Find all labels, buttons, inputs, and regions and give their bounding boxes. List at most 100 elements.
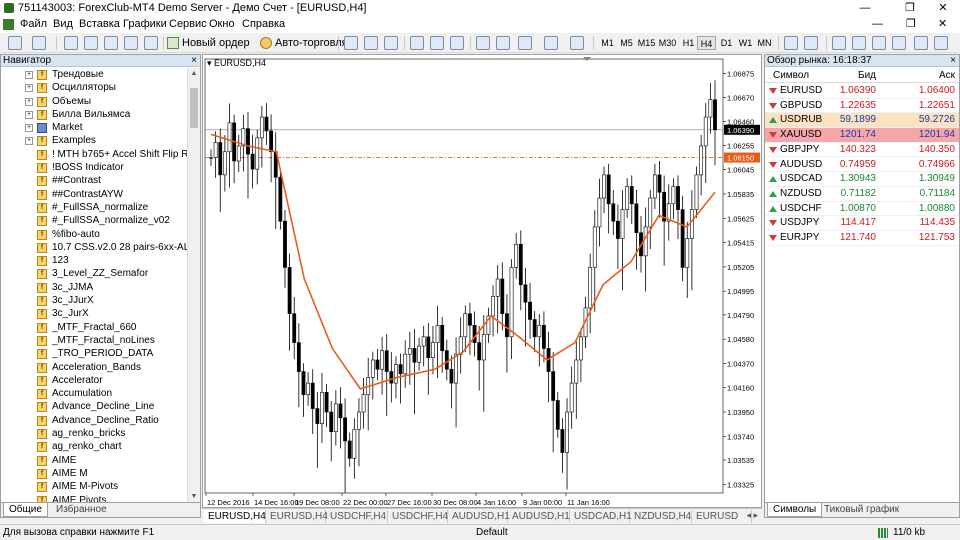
navigator-item[interactable]: f Acceleration_Bands <box>1 361 188 374</box>
navigator-item[interactable]: f Accumulation <box>1 387 188 400</box>
navigator-item[interactable]: f AIME M-Pivots <box>1 480 188 493</box>
chart-tab[interactable]: EURUSD <box>692 510 752 523</box>
timeframe-m5[interactable]: M5 <box>617 36 636 50</box>
market-watch-row[interactable]: USDCHF 1.00870 1.00880 <box>765 202 959 217</box>
timeframe-mn[interactable]: MN <box>755 36 774 50</box>
navigator-item[interactable]: f _TRO_PERIOD_DATA <box>1 347 188 360</box>
navigator-item[interactable]: f ag_renko_bricks <box>1 427 188 440</box>
templates-icon[interactable] <box>570 36 584 50</box>
menu-insert[interactable]: Вставка <box>75 16 124 33</box>
menu-window[interactable]: Окно <box>205 16 239 33</box>
menu-charts[interactable]: Графики <box>119 16 171 33</box>
navigator-item[interactable]: f Accelerator <box>1 374 188 387</box>
tab-symbols[interactable]: Символы <box>767 503 823 517</box>
line-chart-icon[interactable] <box>384 36 398 50</box>
chart-tab[interactable]: NZDUSD,H4 <box>630 510 692 523</box>
chart-shift-icon[interactable] <box>476 36 490 50</box>
expand-icon[interactable]: + <box>25 97 33 106</box>
navigator-icon[interactable] <box>104 36 118 50</box>
expand-icon[interactable]: + <box>25 137 33 146</box>
timeframe-m15[interactable]: M15 <box>637 36 656 50</box>
new-chart-icon[interactable] <box>8 36 22 50</box>
new-order-button[interactable]: Новый ордер <box>166 35 250 51</box>
market-watch-row[interactable]: GBPJPY 140.323 140.350 <box>765 143 959 158</box>
navigator-item[interactable]: f 3c_JurX <box>1 307 188 320</box>
crosshair-icon[interactable] <box>804 36 818 50</box>
column-ask[interactable]: Аск <box>939 68 955 83</box>
navigator-item[interactable]: f 3c_JJurX <box>1 294 188 307</box>
vertical-line-icon[interactable] <box>832 36 846 50</box>
price-chart[interactable]: 1.068751.066701.064601.062551.060451.058… <box>203 55 763 509</box>
market-watch-row[interactable]: GBPUSD 1.22635 1.22651 <box>765 99 959 114</box>
autoscroll-icon[interactable] <box>496 36 510 50</box>
navigator-item[interactable]: + f Объемы <box>1 95 188 108</box>
market-watch-row[interactable]: XAUUSD 1201.74 1201.94 <box>765 128 959 143</box>
tab-favorites[interactable]: Избранное <box>51 503 112 517</box>
menu-view[interactable]: Вид <box>49 16 77 33</box>
timeframe-h4[interactable]: H4 <box>697 36 716 50</box>
navigator-item[interactable]: f Advance_Decline_Ratio <box>1 414 188 427</box>
navigator-item[interactable]: f _MTF_Fractal_660 <box>1 321 188 334</box>
text-label-icon[interactable] <box>934 36 948 50</box>
navigator-item[interactable]: f ! MTH b765+ Accel Shift Flip Renko <box>1 148 188 161</box>
market-watch-row[interactable]: USDCAD 1.30943 1.30949 <box>765 172 959 187</box>
navigator-item[interactable]: + f Билла Вильямса <box>1 108 188 121</box>
expand-icon[interactable]: + <box>25 124 33 133</box>
profiles-icon[interactable] <box>32 36 46 50</box>
market-watch-row[interactable]: USDJPY 114.417 114.435 <box>765 216 959 231</box>
bar-chart-icon[interactable] <box>344 36 358 50</box>
navigator-item[interactable]: f Advance_Decline_Line <box>1 400 188 413</box>
market-watch-row[interactable]: EURJPY 121.740 121.753 <box>765 231 959 246</box>
scroll-thumb[interactable] <box>190 88 198 128</box>
indicators-icon[interactable] <box>518 36 532 50</box>
mdi-minimize-button[interactable]: — <box>872 16 883 33</box>
navigator-item[interactable]: f AIME <box>1 454 188 467</box>
scroll-up-icon[interactable]: ▲ <box>188 68 200 80</box>
navigator-item[interactable]: f ##Contrast <box>1 174 188 187</box>
menu-file[interactable]: Файл <box>16 16 51 33</box>
mdi-restore-button[interactable]: ❐ <box>906 16 916 33</box>
menu-tools[interactable]: Сервис <box>165 16 211 33</box>
market-watch-row[interactable]: AUDUSD 0.74959 0.74966 <box>765 158 959 173</box>
column-symbol[interactable]: Символ <box>773 68 809 83</box>
menu-help[interactable]: Справка <box>238 16 289 33</box>
terminal-icon[interactable] <box>124 36 138 50</box>
navigator-item[interactable]: + f Трендовые <box>1 68 188 81</box>
tab-scroll-arrows-icon[interactable]: ◂ ▸ <box>746 510 758 521</box>
strategy-tester-icon[interactable] <box>144 36 158 50</box>
navigator-item[interactable]: f ##ContrastAYW <box>1 188 188 201</box>
expand-icon[interactable]: + <box>25 71 33 79</box>
market-watch-close-icon[interactable]: × <box>950 55 956 67</box>
market-watch-row[interactable]: USDRUB 59.1899 59.2726 <box>765 113 959 129</box>
navigator-item[interactable]: f #_FullSSA_normalize_v02 <box>1 214 188 227</box>
chart-tab[interactable]: USDCHF,H4 <box>388 510 448 523</box>
timeframe-h1[interactable]: H1 <box>679 36 698 50</box>
timeframe-w1[interactable]: W1 <box>736 36 755 50</box>
trendline-icon[interactable] <box>872 36 886 50</box>
chart-tab[interactable]: USDCHF,H4 <box>326 510 388 523</box>
expand-icon[interactable]: + <box>25 84 33 93</box>
fibonacci-icon[interactable] <box>914 36 928 50</box>
navigator-item[interactable]: + f Осцилляторы <box>1 81 188 94</box>
zoom-in-icon[interactable] <box>410 36 424 50</box>
market-watch-row[interactable]: NZDUSD 0.71182 0.71184 <box>765 187 959 202</box>
market-watch-icon[interactable] <box>64 36 78 50</box>
market-watch-row[interactable]: EURUSD 1.06390 1.06400 <box>765 84 959 99</box>
periods-icon[interactable] <box>544 36 558 50</box>
navigator-item[interactable]: f 123 <box>1 254 188 267</box>
maximize-button[interactable]: ❐ <box>895 0 925 16</box>
timeframe-m1[interactable]: M1 <box>598 36 617 50</box>
minimize-button[interactable]: — <box>850 0 880 16</box>
mdi-close-button[interactable]: ✕ <box>938 16 947 33</box>
navigator-item[interactable]: + f Examples <box>1 134 188 147</box>
chart-tab[interactable]: EURUSD,H4 <box>204 510 266 523</box>
data-window-icon[interactable] <box>84 36 98 50</box>
chart-tab[interactable]: USDCAD,H1 <box>570 510 632 523</box>
document-icon[interactable] <box>3 19 14 30</box>
navigator-item[interactable]: f ag_renko_chart <box>1 440 188 453</box>
expand-icon[interactable]: + <box>25 110 33 119</box>
tile-windows-icon[interactable] <box>450 36 464 50</box>
timeframe-d1[interactable]: D1 <box>717 36 736 50</box>
navigator-item[interactable]: f 3_Level_ZZ_Semafor <box>1 267 188 280</box>
chart-window[interactable]: 1.06875 1.06670 1.06460 1.06255 1.06045 1.058… <box>202 54 762 508</box>
